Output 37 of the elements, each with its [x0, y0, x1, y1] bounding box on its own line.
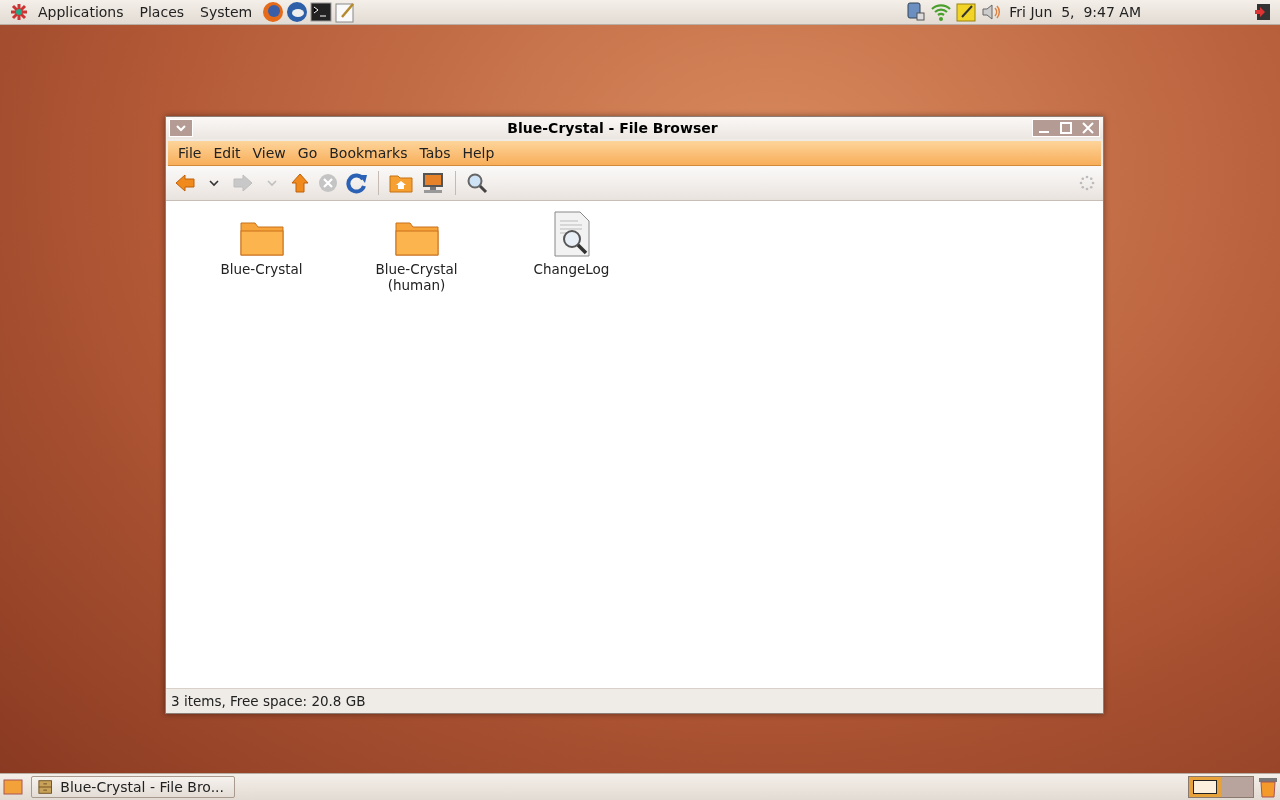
- spinner-icon: [1079, 175, 1095, 191]
- caret-icon[interactable]: [208, 178, 220, 188]
- document-magnifier-icon: [551, 211, 592, 257]
- reload-icon[interactable]: [346, 172, 368, 194]
- window-menu-button[interactable]: [169, 119, 193, 137]
- menu-item[interactable]: View: [246, 145, 292, 161]
- file-label[interactable]: Blue-Crystal (human): [361, 261, 472, 293]
- menu-item[interactable]: File: [172, 145, 208, 161]
- panel-menu[interactable]: Places: [131, 4, 193, 20]
- menu-item[interactable]: Bookmarks: [323, 145, 414, 161]
- status-text: 3 items, Free space: 20.8 GB: [171, 693, 366, 709]
- panel-menu[interactable]: Applications: [30, 4, 132, 20]
- file-cabinet-icon: [38, 779, 53, 795]
- search-icon[interactable]: [466, 172, 488, 194]
- up-arrow-icon[interactable]: [290, 172, 310, 194]
- window-title: Blue-Crystal - File Browser: [506, 120, 719, 136]
- trash-icon[interactable]: [1258, 776, 1278, 798]
- notes-pencil-icon[interactable]: [955, 1, 978, 23]
- show-desktop-icon[interactable]: [3, 778, 23, 796]
- workspace-switcher-cell[interactable]: [1221, 777, 1253, 797]
- folder-icon: [393, 219, 440, 257]
- menu-item[interactable]: Edit: [207, 145, 247, 161]
- logout-icon[interactable]: [1254, 3, 1272, 21]
- file-label[interactable]: ChangeLog: [533, 261, 610, 277]
- terminal-icon[interactable]: [310, 1, 333, 23]
- menu-item[interactable]: Tabs: [413, 145, 457, 161]
- menu-item[interactable]: Help: [456, 145, 501, 161]
- menu-item[interactable]: Go: [291, 145, 324, 161]
- folder-icon: [238, 219, 285, 257]
- taskbar-button[interactable]: Blue-Crystal - File Bro...: [31, 776, 235, 798]
- panel-menu[interactable]: System: [192, 4, 261, 20]
- back-arrow-icon[interactable]: [174, 173, 196, 193]
- file-label[interactable]: Blue-Crystal: [220, 261, 303, 277]
- clock[interactable]: Fri Jun 5, 9:47 AM: [1005, 4, 1151, 20]
- computer-icon[interactable]: [421, 172, 445, 194]
- home-folder-icon[interactable]: [389, 173, 413, 193]
- workspace-switcher-cell[interactable]: [1189, 777, 1221, 797]
